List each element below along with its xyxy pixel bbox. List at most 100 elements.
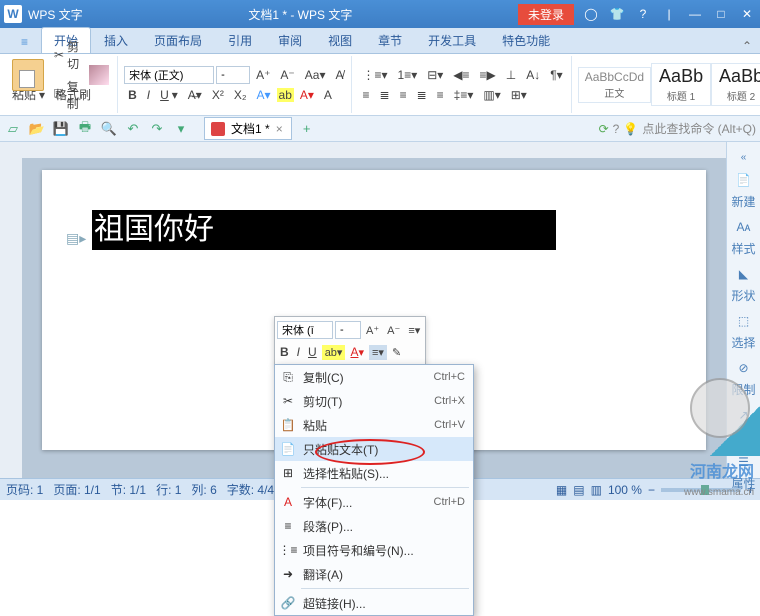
font-family-select[interactable]: 宋体 (正文)	[124, 66, 214, 84]
qat-save-icon[interactable]: 💾	[52, 120, 70, 138]
ctx-bullets[interactable]: ⋮≡项目符号和编号(N)...	[275, 538, 473, 562]
shirt-icon[interactable]: ◯	[582, 7, 600, 21]
justify-button[interactable]: ≣	[413, 86, 431, 104]
distribute-button[interactable]: ≡	[433, 86, 448, 104]
tab-insert[interactable]: 插入	[91, 27, 141, 53]
align-center-button[interactable]: ≣	[376, 86, 394, 104]
highlight-button[interactable]: ab	[277, 88, 294, 102]
qat-preview-icon[interactable]: 🔍	[100, 120, 118, 138]
mini-bullets[interactable]: ≡▾	[405, 323, 423, 338]
tab-settings-button[interactable]: ⊥	[502, 66, 520, 84]
qat-open-icon[interactable]: 📂	[28, 120, 46, 138]
skin-icon[interactable]: 👕	[608, 7, 626, 21]
superscript-button[interactable]: X²	[208, 86, 228, 104]
tab-layout[interactable]: 页面布局	[141, 27, 215, 53]
tab-view[interactable]: 视图	[315, 27, 365, 53]
mini-align[interactable]: ≡▾	[369, 345, 387, 360]
refresh-icon[interactable]: ⟳	[599, 122, 609, 136]
borders-button[interactable]: ⊞▾	[507, 86, 531, 104]
status-chars[interactable]: 字数: 4/4	[227, 481, 274, 498]
ctx-copy[interactable]: ⎘复制(C)Ctrl+C	[275, 365, 473, 389]
ctx-paste[interactable]: 📋粘贴Ctrl+V	[275, 413, 473, 437]
sidebar-shapes[interactable]: ◣形状	[729, 263, 759, 308]
sort-button[interactable]: A↓	[522, 66, 544, 84]
ctx-paste-text-only[interactable]: 📄只粘贴文本(T)	[275, 437, 473, 461]
status-section[interactable]: 节: 1/1	[111, 481, 146, 498]
increase-indent-button[interactable]: ≡▶	[476, 66, 500, 84]
qat-undo-icon[interactable]: ↶	[124, 120, 142, 138]
ctx-cut[interactable]: ✂剪切(T)Ctrl+X	[275, 389, 473, 413]
multilevel-button[interactable]: ⊟▾	[423, 66, 447, 84]
status-col[interactable]: 列: 6	[191, 481, 216, 498]
close-tab-icon[interactable]: ×	[276, 122, 283, 136]
italic-button[interactable]: I	[143, 86, 154, 104]
minimize-button[interactable]: —	[686, 7, 704, 21]
new-tab-button[interactable]: +	[298, 120, 316, 138]
bullets-button[interactable]: ⋮≡▾	[358, 66, 391, 84]
sidebar-select[interactable]: ⬚选择	[729, 310, 759, 355]
mini-shrink-font[interactable]: A⁻	[384, 323, 403, 338]
numbering-button[interactable]: 1≡▾	[394, 66, 422, 84]
shading-button[interactable]: ▥▾	[479, 86, 504, 104]
underline-button[interactable]: U▾	[156, 86, 182, 104]
mini-italic[interactable]: I	[294, 344, 303, 360]
align-right-button[interactable]: ≡	[396, 86, 411, 104]
mini-format-painter[interactable]: ✎	[389, 345, 404, 360]
mini-underline[interactable]: U	[305, 344, 320, 360]
style-heading1[interactable]: AaBb标题 1	[651, 63, 711, 106]
status-page[interactable]: 页码: 1	[6, 481, 43, 498]
mini-highlight[interactable]: ab▾	[322, 345, 346, 360]
qat-redo-icon[interactable]: ↷	[148, 120, 166, 138]
tab-section[interactable]: 章节	[365, 27, 415, 53]
ctx-hyperlink[interactable]: 🔗超链接(H)...	[275, 591, 473, 615]
ctx-paragraph[interactable]: ≡段落(P)...	[275, 514, 473, 538]
qat-more-icon[interactable]: ▾	[172, 120, 190, 138]
view-outline-icon[interactable]: ▥	[591, 483, 602, 497]
sidebar-new[interactable]: 📄新建	[729, 169, 759, 214]
font-size-select[interactable]: -	[216, 66, 250, 84]
style-normal[interactable]: AaBbCcDd正文	[578, 67, 651, 103]
bold-button[interactable]: B	[124, 86, 141, 104]
text-effects-button[interactable]: A▾	[253, 86, 275, 104]
cut-button[interactable]: ✂剪切	[50, 36, 83, 74]
decrease-indent-button[interactable]: ◀≡	[449, 66, 473, 84]
close-button[interactable]: ✕	[738, 7, 756, 21]
mini-font-select[interactable]: 宋体 (ī	[277, 321, 333, 339]
vertical-ruler[interactable]	[0, 142, 22, 478]
collapse-ribbon-button[interactable]: ⌃	[734, 39, 760, 53]
tab-references[interactable]: 引用	[215, 27, 265, 53]
ctx-font[interactable]: A字体(F)...Ctrl+D	[275, 490, 473, 514]
tab-features[interactable]: 特色功能	[489, 27, 563, 53]
change-case-button[interactable]: Aa▾	[301, 66, 330, 84]
mini-grow-font[interactable]: A⁺	[363, 323, 382, 338]
login-button[interactable]: 未登录	[518, 4, 574, 25]
font-color-button[interactable]: A▾	[296, 86, 318, 104]
grow-font-button[interactable]: A⁺	[252, 66, 274, 84]
zoom-out-button[interactable]: −	[648, 483, 655, 497]
sidebar-collapse[interactable]: «	[729, 148, 759, 167]
strike-button[interactable]: A̶▾	[184, 86, 206, 104]
mini-font-color[interactable]: A▾	[347, 344, 367, 360]
mini-size-select[interactable]: -	[335, 321, 361, 339]
format-painter-button[interactable]: 格式刷	[51, 84, 95, 105]
tab-review[interactable]: 审阅	[265, 27, 315, 53]
tab-developer[interactable]: 开发工具	[415, 27, 489, 53]
qat-new-icon[interactable]: ▱	[4, 120, 22, 138]
style-heading2[interactable]: AaBb标题 2	[711, 63, 760, 106]
command-search[interactable]: ⟳ ? 💡 点此查找命令 (Alt+Q)	[599, 120, 756, 137]
align-left-button[interactable]: ≡	[358, 86, 373, 104]
tab-file[interactable]: ≡	[8, 30, 41, 53]
subscript-button[interactable]: X₂	[230, 86, 251, 104]
status-line[interactable]: 行: 1	[156, 481, 181, 498]
clear-format-button[interactable]: A̸	[331, 66, 347, 84]
show-marks-button[interactable]: ¶▾	[546, 66, 566, 84]
ctx-paste-special[interactable]: ⊞选择性粘贴(S)...	[275, 461, 473, 485]
format-painter-large[interactable]	[85, 63, 113, 87]
zoom-level[interactable]: 100 %	[608, 483, 642, 497]
char-shading-button[interactable]: A	[320, 86, 336, 104]
ctx-translate[interactable]: ➜翻译(A)	[275, 562, 473, 586]
help-icon[interactable]: ?	[634, 7, 652, 21]
help-icon-2[interactable]: ?	[613, 122, 620, 136]
horizontal-ruler[interactable]	[22, 142, 726, 158]
status-pages[interactable]: 页面: 1/1	[53, 481, 100, 498]
